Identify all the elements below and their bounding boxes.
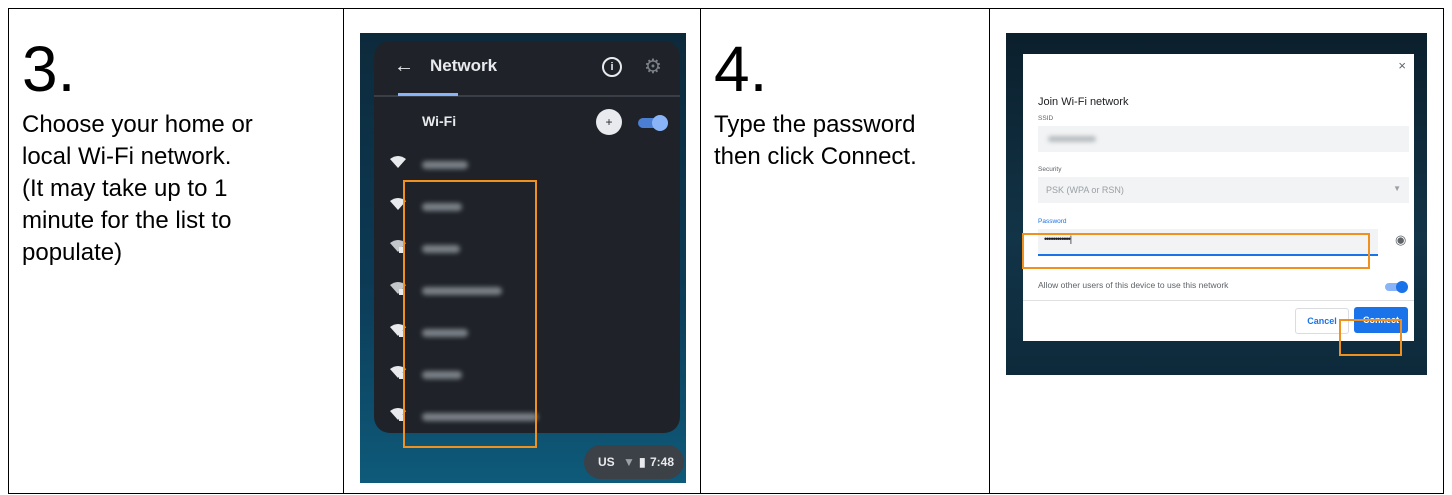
security-value: PSK (WPA or RSN) xyxy=(1046,185,1124,195)
network-header: ← Network i ⚙ xyxy=(374,41,680,97)
header-indicator xyxy=(398,93,458,96)
eye-icon[interactable]: ◉ xyxy=(1395,232,1406,248)
step3-cell: 3. Choose your home or local Wi-Fi netwo… xyxy=(9,9,344,493)
tray-locale: US xyxy=(598,455,615,469)
add-wifi-icon[interactable]: + xyxy=(596,109,622,135)
connect-highlight xyxy=(1339,319,1402,356)
wifi-icon: ▼ xyxy=(623,455,635,469)
gear-icon[interactable]: ⚙ xyxy=(644,54,662,79)
step4-text: Type the password then click Connect. xyxy=(714,111,917,170)
wifi-label: Wi-Fi xyxy=(422,113,457,129)
network-name-blurred xyxy=(422,161,468,169)
password-highlight xyxy=(1022,233,1370,269)
close-icon[interactable]: × xyxy=(1398,58,1406,73)
allow-other-users-text: Allow other users of this device to use … xyxy=(1038,280,1229,290)
step4-cell: 4. Type the password then click Connect. xyxy=(701,9,990,493)
join-wifi-dialog: × Join Wi-Fi network SSID Security PSK (… xyxy=(1023,54,1414,341)
network-screenshot: ← Network i ⚙ Wi-Fi + US ▼ ▮ 7:48 xyxy=(360,33,686,483)
dialog-title: Join Wi-Fi network xyxy=(1038,96,1129,108)
wifi-signal-icon xyxy=(390,156,406,168)
ssid-label: SSID xyxy=(1038,115,1054,122)
arrow-left-icon[interactable]: ← xyxy=(394,55,414,78)
system-tray[interactable]: US ▼ ▮ 7:48 xyxy=(584,445,684,479)
password-label: Password xyxy=(1038,218,1067,225)
ssid-value-blurred xyxy=(1048,136,1096,142)
tray-time: 7:48 xyxy=(650,455,675,469)
step3-number: 3. xyxy=(22,33,76,105)
security-select[interactable]: PSK (WPA or RSN) ▼ xyxy=(1038,177,1409,203)
battery-icon: ▮ xyxy=(639,455,646,469)
wifi-toggle[interactable] xyxy=(638,115,668,131)
step3-text: Choose your home or local Wi-Fi network.… xyxy=(22,111,253,266)
step4-number: 4. xyxy=(714,33,768,105)
network-title: Network xyxy=(430,56,498,75)
security-label: Security xyxy=(1038,166,1062,173)
network-list-highlight xyxy=(403,180,537,448)
info-icon[interactable]: i xyxy=(602,57,622,77)
wifi-row: Wi-Fi + xyxy=(374,99,680,145)
allow-other-users-toggle[interactable] xyxy=(1385,281,1408,293)
ssid-field[interactable] xyxy=(1038,126,1409,152)
step3-screenshot-cell: ← Network i ⚙ Wi-Fi + US ▼ ▮ 7:48 xyxy=(344,9,701,493)
chevron-down-icon: ▼ xyxy=(1393,184,1401,193)
